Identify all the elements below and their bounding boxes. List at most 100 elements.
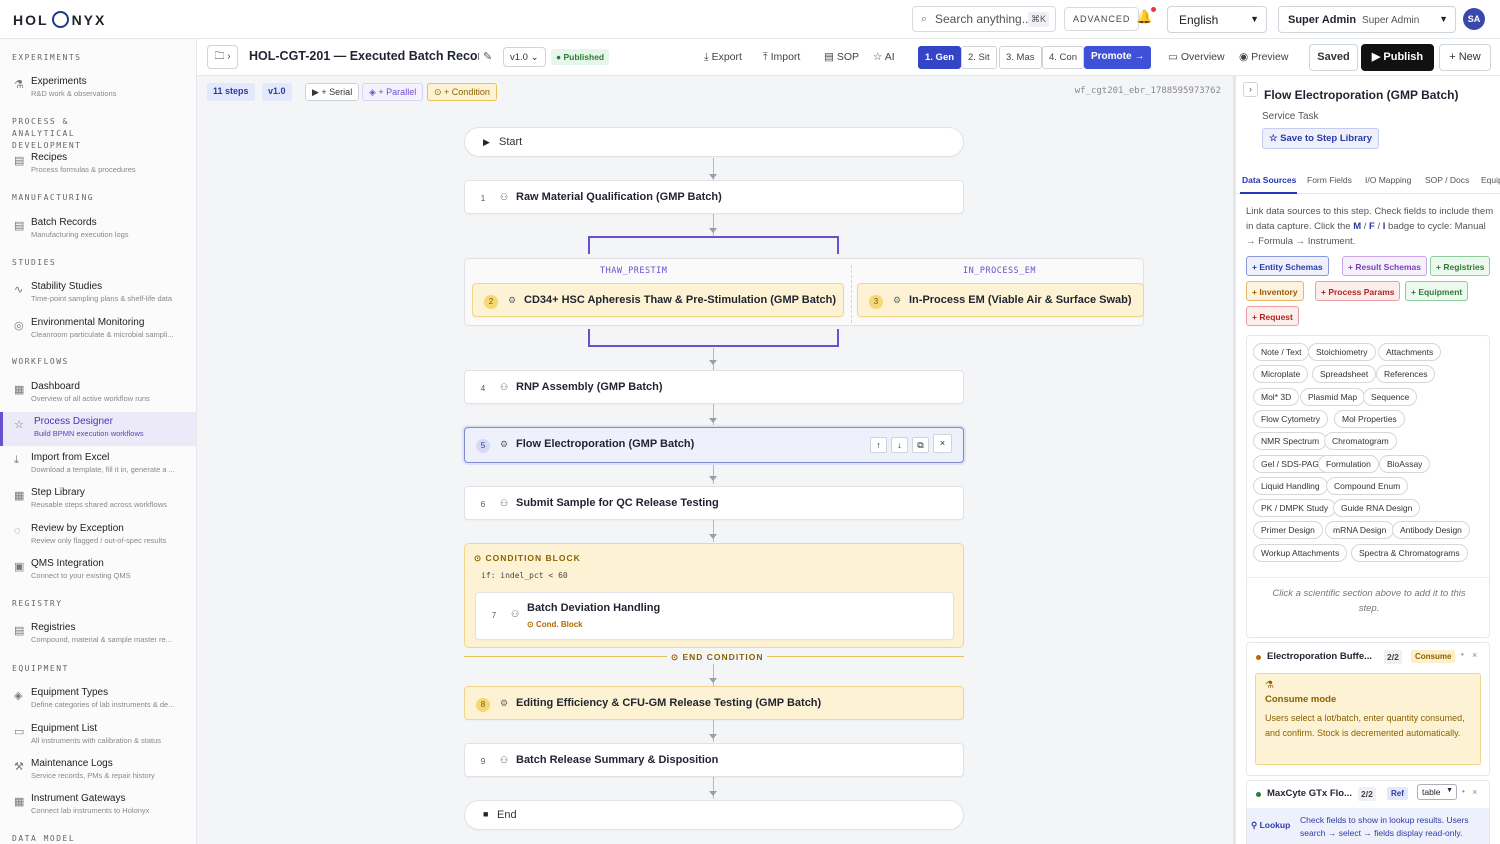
start-node[interactable]: ▶ Start [464, 127, 964, 157]
step-node-7[interactable]: 7 ⚇ Batch Deviation Handling ⊙ Cond. Blo… [475, 592, 954, 640]
section-chip[interactable]: NMR Spectrum [1253, 432, 1328, 451]
section-chip[interactable]: Formulation [1318, 454, 1379, 473]
section-chip[interactable]: PK / DMPK Study [1253, 499, 1337, 518]
section-chip[interactable]: Sequence [1363, 387, 1418, 406]
more-icon[interactable]: • [1461, 650, 1464, 659]
notifications-bell-icon[interactable]: 🔔 [1136, 7, 1157, 25]
sidebar-item-registries[interactable]: ▤ Registries Compound, material & sample m… [0, 618, 196, 652]
add-registries-button[interactable]: + Registries [1430, 256, 1491, 276]
sidebar-item-environmental-monitoring[interactable]: ◎ Environmental Monitoring Cleanroom parti… [0, 313, 196, 347]
sidebar-item-step-library[interactable]: ▦ Step Library Reusable steps shared acros… [0, 483, 196, 517]
stage-tab-3[interactable]: 3. Mas [999, 46, 1042, 69]
new-button[interactable]: + New [1439, 44, 1491, 71]
section-chip[interactable]: Microplate [1253, 365, 1309, 384]
step-node-1[interactable]: 1 ⚇ Raw Material Qualification (GMP Batc… [464, 180, 964, 214]
role-select[interactable]: Super Admin Super Admin ▼ [1278, 6, 1456, 33]
sidebar-item-equipment-types[interactable]: ◈ Equipment Types Define categories of lab… [0, 683, 196, 717]
sidebar-item-stability-studies[interactable]: ∿ Stability Studies Time-point sampling pl… [0, 277, 196, 311]
condition-block[interactable]: ⊙ CONDITION BLOCK if: indel_pct < 60 7 ⚇… [464, 543, 964, 648]
section-chip[interactable]: Mol Properties [1334, 409, 1405, 428]
section-chip[interactable]: Antibody Design [1392, 521, 1470, 540]
section-chip[interactable]: Note / Text [1253, 343, 1310, 361]
sop-button[interactable]: ▤ SOP [824, 51, 859, 63]
section-chip[interactable]: References [1376, 365, 1436, 384]
section-chip[interactable]: Compound Enum [1326, 476, 1409, 495]
move-down-button[interactable]: ↓ [891, 437, 908, 453]
edit-title-icon[interactable]: ✎ [483, 50, 492, 63]
publish-button[interactable]: ▶ Publish [1361, 44, 1434, 71]
sidebar-item-qms-integration[interactable]: ▣ QMS Integration Connect to your existing… [0, 554, 196, 588]
step-node-6[interactable]: 6 ⚇ Submit Sample for QC Release Testing [464, 486, 964, 520]
section-chip[interactable]: Primer Design [1253, 521, 1323, 540]
export-button[interactable]: ⤓ Export [704, 51, 742, 64]
step-node-8[interactable]: 8 ⚙ Editing Efficiency & CFU-GM Release … [464, 686, 964, 720]
section-chip[interactable]: Chromatogram [1324, 432, 1397, 451]
sidebar-item-dashboard[interactable]: ▦ Dashboard Overview of all active workflo… [0, 377, 196, 411]
section-chip[interactable]: mRNA Design [1325, 521, 1395, 540]
add-condition-button[interactable]: ⊙ + Condition [427, 83, 497, 101]
section-chip[interactable]: Flow Cytometry [1253, 409, 1329, 428]
data-source-card-consume[interactable]: Electroporation Buffe... 2/2 Consume • ×… [1246, 642, 1490, 776]
section-chip[interactable]: BioAssay [1379, 454, 1431, 473]
section-chip[interactable]: Spreadsheet [1312, 365, 1377, 384]
import-button[interactable]: ⤒ Import [763, 51, 800, 64]
step-node-9[interactable]: 9 ⚇ Batch Release Summary & Disposition [464, 743, 964, 777]
global-search-input[interactable]: ⌕ Search anything... ⌘K [912, 6, 1056, 32]
language-select[interactable]: English ▼ [1167, 6, 1267, 33]
move-up-button[interactable]: ↑ [870, 437, 887, 453]
end-node[interactable]: ■ End [464, 800, 964, 830]
display-mode-select[interactable]: table ▼ [1417, 784, 1457, 800]
add-serial-button[interactable]: ▶ + Serial [305, 83, 360, 101]
sidebar-item-process-designer[interactable]: ☆ Process Designer Build BPMN execution wo… [0, 412, 196, 446]
tab-equipment[interactable]: Equip [1481, 175, 1500, 185]
add-parallel-button[interactable]: ◈ + Parallel [362, 83, 424, 101]
ref-badge[interactable]: Ref [1387, 787, 1408, 800]
section-chip[interactable]: Liquid Handling [1253, 476, 1328, 495]
section-chip[interactable]: Attachments [1378, 343, 1442, 361]
tab-data-sources[interactable]: Data Sources [1242, 175, 1296, 185]
ai-button[interactable]: ☆ AI [873, 51, 895, 63]
remove-source-icon[interactable]: × [1472, 787, 1477, 797]
section-chip[interactable]: Plasmid Map [1300, 387, 1366, 406]
workflow-canvas[interactable]: 11 steps v1.0 ▶ + Serial ◈ + Parallel ⊙ … [197, 76, 1233, 844]
version-select[interactable]: v1.0 ⌄ [503, 47, 546, 67]
step-node-3[interactable]: 3 ⚙ In-Process EM (Viable Air & Surface … [857, 283, 1144, 317]
add-result-schemas-button[interactable]: + Result Schemas [1342, 256, 1427, 276]
duplicate-icon[interactable]: ⧉ [912, 437, 929, 453]
delete-step-icon[interactable]: × [933, 434, 952, 453]
sidebar-item-batch-records[interactable]: ▤ Batch Records Manufacturing execution lo… [0, 213, 196, 247]
tab-sop-docs[interactable]: SOP / Docs [1425, 175, 1469, 185]
advanced-button[interactable]: ADVANCED [1064, 7, 1140, 31]
step-node-5-selected[interactable]: 5 ⚙ Flow Electroporation (GMP Batch) ↑ ↓… [464, 427, 964, 463]
add-process-params-button[interactable]: + Process Params [1315, 281, 1401, 301]
tab-form-fields[interactable]: Form Fields [1307, 175, 1352, 185]
preview-button[interactable]: ◉ Preview [1239, 51, 1288, 63]
tab-io-mapping[interactable]: I/O Mapping [1365, 175, 1411, 185]
promote-button[interactable]: Promote → [1084, 46, 1152, 69]
section-chip[interactable]: Spectra & Chromatograms [1351, 543, 1468, 562]
add-entity-schemas-button[interactable]: + Entity Schemas [1246, 256, 1329, 276]
stage-tab-1[interactable]: 1. Gen [918, 46, 962, 69]
collapse-panel-button[interactable]: › [1243, 82, 1258, 97]
add-equipment-button[interactable]: + Equipment [1405, 281, 1469, 301]
add-request-button[interactable]: + Request [1246, 306, 1299, 326]
remove-source-icon[interactable]: × [1472, 650, 1477, 660]
sidebar-item-equipment-list[interactable]: ▭ Equipment List All instruments with cali… [0, 719, 196, 753]
step-node-4[interactable]: 4 ⚇ RNP Assembly (GMP Batch) [464, 370, 964, 404]
section-chip[interactable]: Mol* 3D [1253, 387, 1300, 406]
more-icon[interactable]: • [1462, 787, 1465, 796]
saved-button[interactable]: Saved [1309, 44, 1358, 71]
sidebar-item-instrument-gateways[interactable]: ▦ Instrument Gateways Connect lab instrume… [0, 789, 196, 823]
user-avatar[interactable]: SA [1463, 8, 1485, 30]
stage-tab-4[interactable]: 4. Con [1042, 46, 1084, 69]
sidebar-item-recipes[interactable]: ▤ Recipes Process formulas & procedures [0, 148, 196, 182]
add-inventory-button[interactable]: + Inventory [1246, 281, 1304, 301]
section-chip[interactable]: Workup Attachments [1253, 543, 1348, 562]
stage-tab-2[interactable]: 2. Sit [961, 46, 997, 69]
folder-back-button[interactable]: 🗀 › [207, 45, 238, 69]
consume-badge[interactable]: Consume [1411, 650, 1456, 663]
sidebar-item-experiments[interactable]: ⚗ Experiments R&D work & observations [0, 72, 196, 106]
data-source-card-reference[interactable]: MaxCyte GTx Flo... 2/2 Ref table ▼ • × ⚲… [1246, 780, 1490, 844]
sidebar-item-import-from-excel[interactable]: ⤓ Import from Excel Download a template, f… [0, 448, 196, 482]
overview-button[interactable]: ▭ Overview [1168, 51, 1225, 63]
